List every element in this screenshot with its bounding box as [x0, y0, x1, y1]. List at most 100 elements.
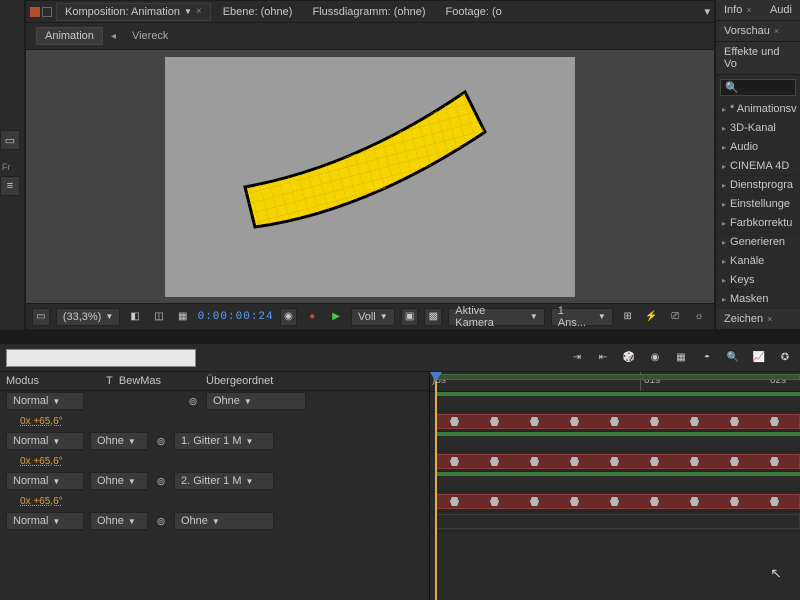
views-dropdown[interactable]: 1 Ans...▼ [551, 308, 613, 326]
magnify-icon[interactable]: ▭ [32, 308, 50, 326]
resolution-dropdown[interactable]: Voll▼ [351, 308, 395, 326]
keyframe-icon[interactable] [450, 417, 459, 426]
keyframe-icon[interactable] [450, 497, 459, 506]
keyframe-icon[interactable] [770, 457, 779, 466]
work-area-bar[interactable] [435, 374, 800, 380]
property-row[interactable]: 0x +65,6° [0, 491, 429, 511]
track-row[interactable] [430, 512, 800, 532]
fx-category[interactable]: ▸Generieren [716, 233, 800, 252]
graph-editor-icon[interactable]: 📈 [750, 349, 768, 367]
rotation-value[interactable]: 0x +65,6° [20, 456, 63, 467]
track-row[interactable] [430, 472, 800, 492]
timeline-tracks[interactable]: )0s 01s 02s [430, 372, 800, 600]
pickwhip-icon[interactable]: ⊚ [154, 515, 168, 528]
brainstorm-icon[interactable]: ✪ [776, 349, 794, 367]
property-row[interactable]: 0x +65,6° [0, 451, 429, 471]
exposure-icon[interactable]: ☼ [690, 308, 708, 326]
camera-dropdown[interactable]: Aktive Kamera▼ [448, 308, 544, 326]
current-time[interactable]: 0:00:00:24 [198, 311, 274, 323]
keyframe-icon[interactable] [730, 457, 739, 466]
keyframe-icon[interactable] [490, 417, 499, 426]
res-quarter-icon[interactable]: ◫ [150, 308, 168, 326]
crumb-animation[interactable]: Animation [36, 27, 103, 45]
fx-category[interactable]: ▸Farbkorrektu [716, 214, 800, 233]
shy-icon[interactable]: ◓ [698, 349, 716, 367]
parent-dropdown[interactable]: 1. Gitter 1 M▼ [174, 432, 274, 450]
fx-category[interactable]: ▸Dienstprogra [716, 176, 800, 195]
tab-preview[interactable]: Vorschau× [716, 21, 800, 42]
fx-category[interactable]: ▸CINEMA 4D [716, 157, 800, 176]
parent-dropdown[interactable]: Ohne▼ [206, 392, 306, 410]
close-icon[interactable]: × [767, 314, 772, 324]
time-ruler[interactable]: )0s 01s 02s [430, 372, 800, 392]
keyframe-icon[interactable] [450, 457, 459, 466]
region-icon[interactable]: ▣ [401, 308, 419, 326]
tab-footage[interactable]: Footage: (o [438, 4, 510, 20]
keyframe-icon[interactable] [690, 497, 699, 506]
timeline-search[interactable] [6, 349, 196, 367]
snapshot-icon[interactable]: ◉ [280, 308, 298, 326]
effects-search-input[interactable] [743, 82, 800, 94]
pickwhip-icon[interactable]: ⊚ [186, 395, 200, 408]
channel-green-icon[interactable]: ▶ [327, 308, 345, 326]
layer-row[interactable]: Normal▼ Ohne▼ ⊚ 2. Gitter 1 M▼ [0, 471, 429, 491]
blend-mode-dropdown[interactable]: Normal▼ [6, 392, 84, 410]
pickwhip-icon[interactable]: ⊚ [154, 435, 168, 448]
track-row[interactable] [430, 452, 800, 472]
tab-flowchart[interactable]: Flussdiagramm: (ohne) [304, 4, 433, 20]
track-row[interactable] [430, 392, 800, 412]
trkmat-dropdown[interactable]: Ohne▼ [90, 472, 148, 490]
tool-collapse[interactable]: ≡ [0, 176, 20, 196]
tab-composition[interactable]: Komposition: Animation▼× [56, 3, 211, 21]
parent-dropdown[interactable]: Ohne▼ [174, 512, 274, 530]
keyframe-icon[interactable] [610, 457, 619, 466]
trkmat-dropdown[interactable]: Ohne▼ [90, 432, 148, 450]
channel-rgb-icon[interactable]: ● [303, 308, 321, 326]
keyframe-icon[interactable] [530, 457, 539, 466]
keyframe-icon[interactable] [650, 497, 659, 506]
pickwhip-icon[interactable]: ⊚ [154, 475, 168, 488]
blend-mode-dropdown[interactable]: Normal▼ [6, 472, 84, 490]
timeline-icon[interactable]: ⎚ [666, 308, 684, 326]
keyframe-icon[interactable] [770, 417, 779, 426]
keyframe-icon[interactable] [570, 417, 579, 426]
fx-category[interactable]: ▸Keys [716, 271, 800, 290]
panel-menu-icon[interactable]: ▾ [704, 5, 710, 18]
keyframe-icon[interactable] [650, 417, 659, 426]
layer-row[interactable]: Normal▼ Ohne▼ ⊚ Ohne▼ [0, 511, 429, 531]
graph-out-icon[interactable]: ⇤ [594, 349, 612, 367]
keyframe-icon[interactable] [570, 457, 579, 466]
fx-category[interactable]: ▸Audio [716, 138, 800, 157]
keyframe-icon[interactable] [730, 417, 739, 426]
tool-generic[interactable]: ▭ [0, 130, 20, 150]
zoom-dropdown[interactable]: (33,3%)▼ [56, 308, 120, 326]
fast-preview-icon[interactable]: ⚡ [643, 308, 661, 326]
composition-stage[interactable] [165, 57, 575, 297]
blend-mode-dropdown[interactable]: Normal▼ [6, 432, 84, 450]
chevron-down-icon[interactable]: ▼ [184, 7, 192, 16]
keyframe-icon[interactable] [650, 457, 659, 466]
keyframe-icon[interactable] [770, 497, 779, 506]
close-icon[interactable]: × [746, 5, 751, 15]
graph-in-icon[interactable]: ⇥ [568, 349, 586, 367]
panel-separator[interactable] [0, 330, 800, 344]
track-row[interactable] [430, 412, 800, 432]
fx-category[interactable]: ▸Einstellunge [716, 195, 800, 214]
layer-bar[interactable] [435, 514, 800, 529]
res-half-icon[interactable]: ◧ [126, 308, 144, 326]
track-row[interactable] [430, 432, 800, 452]
keyframe-icon[interactable] [490, 497, 499, 506]
crumb-viereck[interactable]: Viereck [124, 28, 176, 44]
keyframe-icon[interactable] [570, 497, 579, 506]
fx-category[interactable]: ▸3D-Kanal [716, 119, 800, 138]
rotation-value[interactable]: 0x +65,6° [20, 416, 63, 427]
fx-category[interactable]: ▸Kanäle [716, 252, 800, 271]
keyframe-icon[interactable] [690, 417, 699, 426]
keyframe-icon[interactable] [730, 497, 739, 506]
keyframe-icon[interactable] [610, 417, 619, 426]
keyframe-icon[interactable] [690, 457, 699, 466]
parent-dropdown[interactable]: 2. Gitter 1 M▼ [174, 472, 274, 490]
track-row[interactable] [430, 492, 800, 512]
rotation-value[interactable]: 0x +65,6° [20, 496, 63, 507]
keyframe-icon[interactable] [530, 417, 539, 426]
